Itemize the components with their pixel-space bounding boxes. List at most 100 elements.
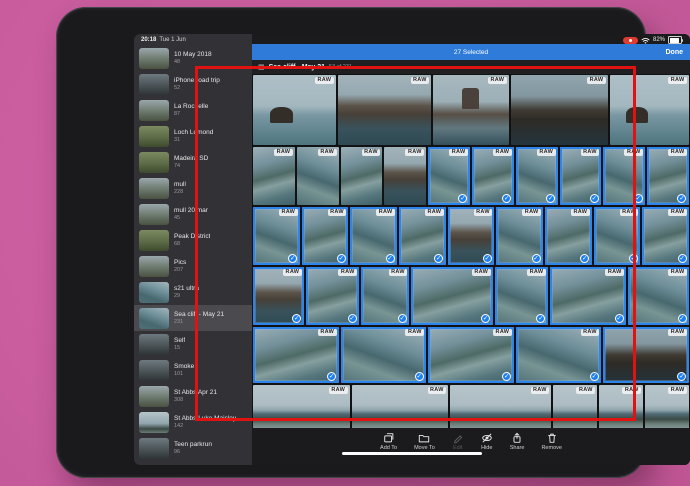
photo-thumbnail[interactable]: RAW✓ (594, 207, 641, 265)
done-button[interactable]: Done (666, 49, 684, 56)
remove-button[interactable]: Remove (541, 432, 561, 465)
photo-thumbnail[interactable]: RAW✓ (411, 267, 492, 325)
photo-thumbnail[interactable]: RAW✓ (428, 147, 470, 205)
raw-badge: RAW (493, 149, 512, 156)
raw-badge: RAW (411, 77, 430, 84)
album-name: Pics (174, 259, 186, 266)
selected-checkmark: ✓ (483, 254, 492, 263)
photo-thumbnail[interactable]: RAW (645, 385, 689, 428)
sidebar-album-item[interactable]: Sea cliff - May 21231 (134, 305, 252, 331)
sidebar-album-item[interactable]: s21 ultra29 (134, 279, 252, 305)
album-count: 74 (174, 163, 208, 169)
photo-thumbnail[interactable]: RAW✓ (603, 147, 645, 205)
album-name: Self (174, 337, 185, 344)
sidebar-album-item[interactable]: iPhone road trip52 (134, 71, 252, 97)
photo-thumbnail[interactable]: RAW✓ (495, 267, 548, 325)
share-icon (511, 432, 523, 444)
photo-thumbnail[interactable]: RAW (297, 147, 339, 205)
selected-checkmark: ✓ (532, 254, 541, 263)
selected-checkmark: ✓ (434, 254, 443, 263)
photo-thumbnail[interactable]: RAW✓ (253, 327, 339, 383)
sidebar-album-item[interactable]: Madeira SD74 (134, 149, 252, 175)
photo-thumbnail[interactable]: RAW✓ (253, 267, 304, 325)
album-name: Teen parkrun (174, 441, 212, 448)
move-to-button[interactable]: Move To (414, 432, 435, 465)
selected-checkmark: ✓ (415, 372, 424, 381)
home-indicator[interactable] (342, 452, 482, 455)
photo-thumbnail[interactable]: RAW✓ (448, 207, 495, 265)
share-button[interactable]: Share (510, 432, 525, 465)
album-name: St Abbs Luke Maisley (174, 415, 236, 422)
photo-thumbnail[interactable]: RAW✓ (302, 207, 349, 265)
sidebar-album-item[interactable]: Pics207 (134, 253, 252, 279)
photo-thumbnail[interactable]: RAW✓ (516, 147, 558, 205)
sidebar-album-item[interactable]: Teen parkrun96 (134, 435, 252, 461)
photo-thumbnail[interactable]: RAW✓ (361, 267, 409, 325)
photo-thumbnail[interactable]: RAW✓ (472, 147, 514, 205)
photo-thumbnail[interactable]: RAW✓ (628, 267, 689, 325)
photo-thumbnail[interactable]: RAW (450, 385, 551, 428)
photo-thumbnail[interactable]: RAW✓ (560, 147, 602, 205)
photo-thumbnail[interactable]: RAW (253, 147, 295, 205)
sidebar-album-item[interactable]: 10 May 201848 (134, 45, 252, 71)
album-thumbnail (139, 204, 169, 225)
album-count: 142 (174, 423, 236, 429)
raw-badge: RAW (620, 209, 639, 216)
sidebar-album-item[interactable]: St Abbs Apr 21308 (134, 383, 252, 409)
photo-thumbnail[interactable]: RAW (341, 147, 383, 205)
album-thumbnail (139, 178, 169, 199)
photo-thumbnail[interactable]: RAW✓ (647, 147, 689, 205)
sidebar-album-item[interactable]: Smoke101 (134, 357, 252, 383)
photo-thumbnail[interactable]: RAW✓ (642, 207, 689, 265)
main-content: 27 Selected Done ▦ Sea cliff - May 21 53… (252, 34, 690, 465)
photo-thumbnail[interactable]: RAW✓ (428, 327, 514, 383)
photo-thumbnail[interactable]: RAW✓ (341, 327, 427, 383)
photo-thumbnail[interactable]: RAW✓ (350, 207, 397, 265)
selected-checkmark: ✓ (678, 254, 687, 263)
selection-toolbar: 27 Selected Done (252, 44, 690, 60)
raw-badge: RAW (488, 77, 507, 84)
photo-thumbnail[interactable]: RAW (253, 385, 350, 428)
photo-thumbnail[interactable]: RAW (511, 75, 608, 145)
photo-thumbnail[interactable]: RAW (352, 385, 449, 428)
raw-badge: RAW (328, 209, 347, 216)
raw-badge: RAW (338, 269, 357, 276)
photo-thumbnail[interactable]: RAW✓ (496, 207, 543, 265)
photo-thumbnail[interactable]: RAW (338, 75, 432, 145)
photo-thumbnail[interactable]: RAW (253, 75, 336, 145)
sidebar-album-item[interactable]: mull 20 mar45 (134, 201, 252, 227)
photo-thumbnail[interactable]: RAW✓ (516, 327, 602, 383)
photo-thumbnail[interactable]: RAW (610, 75, 689, 145)
sidebar-album-item[interactable]: Self15 (134, 331, 252, 357)
hide-button[interactable]: Hide (481, 432, 493, 465)
photo-thumbnail[interactable]: RAW ✓ (306, 267, 359, 325)
edit-button[interactable]: Edit (452, 432, 464, 465)
album-name: s21 ultra (174, 285, 199, 292)
photo-thumbnail[interactable]: RAW✓ (550, 267, 626, 325)
album-thumbnail (139, 48, 169, 69)
photo-thumbnail[interactable]: RAW✓ (603, 327, 689, 383)
album-thumbnail (139, 126, 169, 147)
album-title: Sea cliff - May 21 (269, 64, 325, 71)
photo-thumbnail[interactable]: RAW ✓ (399, 207, 446, 265)
sidebar-album-item[interactable]: Peak District68 (134, 227, 252, 253)
selected-checkmark: ✓ (348, 314, 357, 323)
album-name: iPhone road trip (174, 77, 220, 84)
raw-badge: RAW (283, 269, 302, 276)
photo-thumbnail[interactable]: RAW (384, 147, 426, 205)
sidebar-album-item[interactable]: La Rochelle87 (134, 97, 252, 123)
photo-thumbnail[interactable]: RAW (599, 385, 643, 428)
remove-icon (546, 432, 558, 444)
add-to-button[interactable]: Add To (380, 432, 397, 465)
sidebar-album-item[interactable]: St Abbs Luke Maisley142 (134, 409, 252, 435)
photo-thumbnail[interactable]: RAW✓ (545, 207, 592, 265)
photo-thumbnail[interactable]: RAW✓ (253, 207, 300, 265)
album-thumbnail (139, 360, 169, 381)
photo-thumbnail[interactable]: RAW (553, 385, 597, 428)
photo-thumbnail[interactable]: RAW (433, 75, 509, 145)
sidebar-album-item[interactable]: mull228 (134, 175, 252, 201)
raw-badge: RAW (493, 329, 512, 336)
sidebar-album-item[interactable]: Loch Lomond31 (134, 123, 252, 149)
raw-badge: RAW (668, 149, 687, 156)
raw-badge: RAW (425, 209, 444, 216)
